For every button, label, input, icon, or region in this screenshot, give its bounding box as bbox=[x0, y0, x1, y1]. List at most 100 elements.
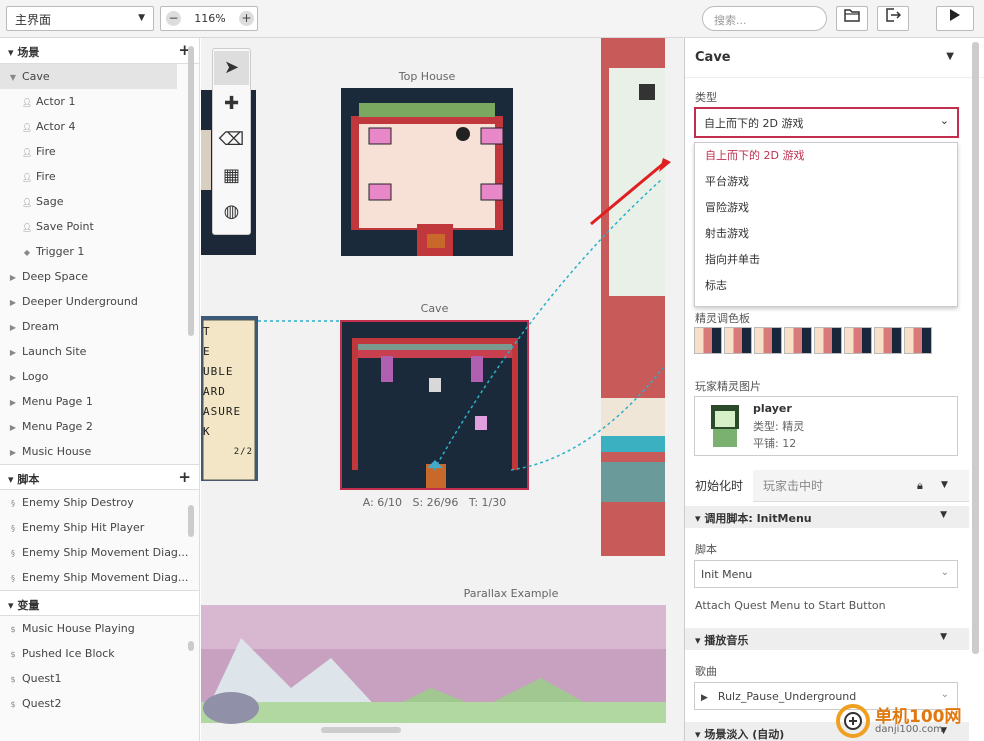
variables-header[interactable]: ▾ 变量 bbox=[0, 590, 199, 616]
scene-type-option[interactable]: 自上而下的 2D 游戏 bbox=[695, 143, 957, 169]
scene-menu-caret-icon[interactable]: ▼ bbox=[946, 51, 954, 62]
scene-type-option[interactable]: 冒险游戏 bbox=[695, 195, 957, 221]
tabs-menu-caret-icon[interactable]: ▼ bbox=[941, 480, 948, 490]
add-script-button[interactable]: + bbox=[178, 468, 191, 486]
world-canvas[interactable]: ➤ ✚ ⌫ ▦ ◍ Top House Cave A: 6/10 S: 26/9… bbox=[201, 38, 684, 741]
palette-swatch[interactable] bbox=[904, 327, 932, 354]
canvas-h-scrollbar[interactable] bbox=[321, 727, 401, 733]
variable-list-item[interactable]: $ Pushed Ice Block bbox=[0, 641, 199, 666]
variables-scrollbar[interactable] bbox=[188, 641, 194, 651]
player-sprite-type: 类型: 精灵 bbox=[753, 420, 805, 433]
canvas-tool-palette: ➤ ✚ ⌫ ▦ ◍ bbox=[212, 48, 251, 235]
zoom-control: − 116% + bbox=[160, 6, 258, 31]
play-icon bbox=[950, 9, 960, 21]
scripts-header[interactable]: ▾ 脚本 + bbox=[0, 464, 199, 490]
scene-tree-item[interactable]: ▶ Music House bbox=[0, 439, 199, 464]
script-list-item[interactable]: § Enemy Ship Destroy bbox=[0, 490, 199, 515]
scene-tree-item[interactable]: 👤︎ Actor 4 bbox=[0, 114, 199, 139]
left-sidebar: ▾ 场景 + ▼ Cave 👤︎ Actor 1 👤︎ Actor 4 👤︎ Fire 👤︎ Fir… bbox=[0, 38, 200, 741]
chevron-down-icon: ⌄ bbox=[939, 114, 949, 127]
palette-swatch[interactable] bbox=[874, 327, 902, 354]
play-music-section-header[interactable]: ▾ 播放音乐 ▼ bbox=[685, 628, 969, 650]
actor-icon: 👤︎ bbox=[22, 198, 33, 207]
scenes-scrollbar[interactable] bbox=[188, 46, 194, 336]
variable-list-item[interactable]: $ Quest1 bbox=[0, 666, 199, 691]
scene-tree-item[interactable]: 👤︎ Fire bbox=[0, 139, 199, 164]
scene-type-menu: 自上而下的 2D 游戏 平台游戏 冒险游戏 射击游戏 指向并单击 标志 bbox=[694, 142, 958, 307]
section-caret-icon[interactable]: ▼ bbox=[940, 510, 947, 520]
properties-scrollbar[interactable] bbox=[972, 42, 979, 654]
add-tool-button[interactable]: ✚ bbox=[214, 87, 249, 121]
call-script-section-header[interactable]: ▾ 调用脚本: InitMenu ▼ bbox=[685, 506, 969, 528]
tab-init[interactable]: 初始化时 bbox=[685, 470, 754, 502]
scene-tree-item[interactable]: ▶ Deep Space bbox=[0, 264, 199, 289]
scene-tree-item[interactable]: 👤︎ Actor 1 bbox=[0, 89, 199, 114]
view-select[interactable]: 主界面 ▼ bbox=[6, 6, 154, 31]
script-label: 脚本 bbox=[695, 543, 717, 556]
scene-tree-item[interactable]: ▶ Launch Site bbox=[0, 339, 199, 364]
palette-swatch[interactable] bbox=[784, 327, 812, 354]
type-label: 类型 bbox=[695, 91, 717, 104]
view-select-value: 主界面 bbox=[15, 13, 52, 27]
script-select[interactable]: Init Menu ⌄ bbox=[694, 560, 958, 588]
script-list-item[interactable]: § Enemy Ship Movement Diag... bbox=[0, 540, 199, 565]
scripts-scrollbar[interactable] bbox=[188, 505, 194, 537]
lock-icon[interactable]: 🔒︎ bbox=[917, 479, 923, 493]
play-icon[interactable]: ▶ bbox=[701, 693, 708, 703]
dialog-text: T E UBLE ARD ASURE K 2/2 bbox=[203, 322, 253, 462]
expand-arrow-icon: ▶ bbox=[9, 323, 17, 332]
expand-arrow-icon: ▶ bbox=[9, 298, 17, 307]
collision-tool-button[interactable]: ▦ bbox=[214, 159, 249, 193]
scene-type-select[interactable]: 自上而下的 2D 游戏 ⌄ bbox=[694, 107, 959, 138]
scene-tree-item[interactable]: ▶ Menu Page 2 bbox=[0, 414, 199, 439]
variable-list-item[interactable]: $ Quest2 bbox=[0, 691, 199, 716]
zoom-in-button[interactable]: + bbox=[239, 11, 254, 26]
scene-type-option[interactable]: 指向并单击 bbox=[695, 247, 957, 273]
player-sprite-frames: 平铺: 12 bbox=[753, 437, 797, 450]
scene-title-header: Cave ▼ bbox=[685, 38, 984, 78]
variable-label: Pushed Ice Block bbox=[22, 647, 115, 660]
scene-name-cave: Cave bbox=[420, 302, 449, 315]
scene-tree-item[interactable]: 👤︎ Sage bbox=[0, 189, 199, 214]
palette-swatch[interactable] bbox=[814, 327, 842, 354]
tab-player-hit[interactable]: 玩家击中时 bbox=[753, 470, 833, 502]
scene-type-option[interactable]: 标志 bbox=[695, 273, 957, 299]
palette-swatch[interactable] bbox=[694, 327, 722, 354]
scene-type-option[interactable]: 平台游戏 bbox=[695, 169, 957, 195]
section-caret-icon[interactable]: ▼ bbox=[940, 632, 947, 642]
palette-swatch[interactable] bbox=[754, 327, 782, 354]
scene-tree-item[interactable]: 👤︎ Fire bbox=[0, 164, 199, 189]
script-list-item[interactable]: § Enemy Ship Movement Diag... bbox=[0, 565, 199, 590]
palette-swatch[interactable] bbox=[724, 327, 752, 354]
script-icon: § bbox=[11, 524, 15, 533]
scene-tree-item[interactable]: ◆ Trigger 1 bbox=[0, 239, 199, 264]
eraser-tool-button[interactable]: ⌫ bbox=[214, 123, 249, 157]
actor-icon: 👤︎ bbox=[22, 173, 33, 182]
variable-list-item[interactable]: $ Music House Playing bbox=[0, 616, 199, 641]
dialog-line: ARD bbox=[203, 385, 226, 398]
scene-tree-item[interactable]: ▶ Logo bbox=[0, 364, 199, 389]
scene-tree-item[interactable]: ▼ Cave bbox=[0, 64, 177, 89]
scenes-header[interactable]: ▾ 场景 + bbox=[0, 38, 199, 64]
scene-tree-item[interactable]: ▶ Deeper Underground bbox=[0, 289, 199, 314]
player-sprite-card[interactable]: player 类型: 精灵 平铺: 12 bbox=[694, 396, 958, 456]
zoom-out-button[interactable]: − bbox=[166, 11, 181, 26]
actor-icon: 👤︎ bbox=[22, 98, 33, 107]
export-button[interactable] bbox=[877, 6, 909, 31]
actor-icon: 👤︎ bbox=[22, 148, 33, 157]
scene-type-option[interactable]: 射击游戏 bbox=[695, 221, 957, 247]
scene-tree-item[interactable]: 👤︎ Save Point bbox=[0, 214, 199, 239]
select-tool-button[interactable]: ➤ bbox=[214, 51, 249, 85]
scene-tree-item[interactable]: ▶ Menu Page 1 bbox=[0, 389, 199, 414]
script-list-item[interactable]: § Enemy Ship Hit Player bbox=[0, 515, 199, 540]
open-folder-button[interactable] bbox=[836, 6, 868, 31]
scene-tree-label: Launch Site bbox=[22, 345, 87, 358]
search-input[interactable]: 搜索... bbox=[702, 6, 827, 31]
watermark-url: danji100.com bbox=[875, 724, 943, 735]
scene-name-top-house: Top House bbox=[398, 70, 456, 83]
scene-tree-item[interactable]: ▶ Dream bbox=[0, 314, 199, 339]
play-button[interactable] bbox=[936, 6, 974, 31]
palette-tool-button[interactable]: ◍ bbox=[214, 195, 249, 229]
palette-swatch[interactable] bbox=[844, 327, 872, 354]
variable-label: Quest1 bbox=[22, 672, 62, 685]
